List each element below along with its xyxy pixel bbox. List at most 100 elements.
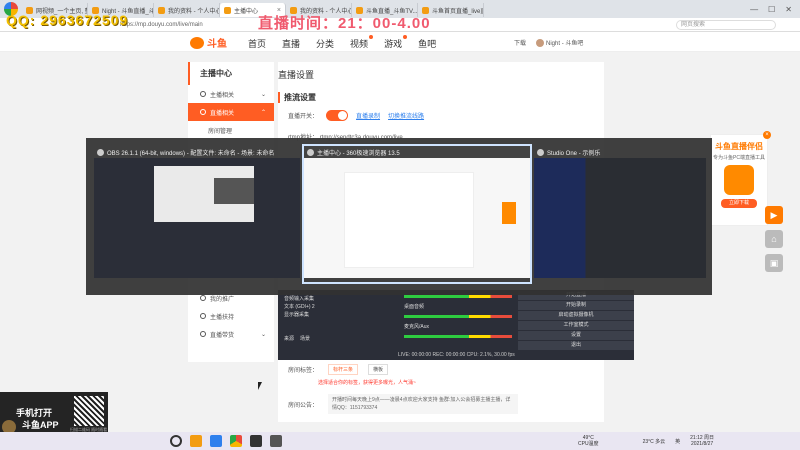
thumb-preview-inner bbox=[214, 178, 254, 204]
sidebar-item-live[interactable]: 直播相关 ⌃ bbox=[188, 103, 274, 121]
megaphone-icon bbox=[200, 295, 206, 301]
home-icon: ⌂ bbox=[771, 234, 777, 244]
page-title: 直播设置 bbox=[278, 70, 315, 80]
site-header: 斗鱼 首页 直播 分类 视频 游戏 鱼吧 下载 Night - 斗鱼吧 bbox=[0, 32, 800, 52]
close-icon[interactable]: × bbox=[763, 131, 771, 139]
store-icon[interactable] bbox=[210, 435, 222, 447]
fish-logo-icon bbox=[190, 36, 204, 49]
mobile-app-promo[interactable]: 手机打开 斗鱼APP 扫描二维码 随时随看 bbox=[0, 392, 108, 436]
switcher-window-studio[interactable]: Studio One - 示例乐 bbox=[534, 146, 706, 286]
tag-row: 房间标签： 标杆三条 横板 bbox=[288, 364, 604, 375]
studio-one-icon bbox=[537, 148, 544, 156]
streamer-helper-ad[interactable]: × 斗鱼直播伴侣 专为斗鱼PC端直播工具 立即下载 bbox=[710, 131, 771, 226]
switch-line-link[interactable]: 切换推流线路 bbox=[388, 111, 424, 120]
audio-meter bbox=[404, 335, 512, 338]
tag-label: 房间标签： bbox=[288, 368, 319, 374]
window-controls: — ☐ ✕ bbox=[750, 5, 800, 14]
sidebar-item-anchor[interactable]: 主播相关 ⌄ bbox=[188, 85, 274, 103]
switcher-window-browser[interactable]: 主播中心 - 360极速浏览器 13.5 bbox=[302, 144, 532, 284]
browser-tab[interactable]: 我的资料 - 个人中心 - 斗鱼× bbox=[154, 3, 220, 17]
helper-title: 斗鱼直播伴侣 bbox=[715, 142, 763, 151]
mixer-label: 桌面音频 bbox=[404, 304, 425, 310]
clock[interactable]: 21:12 周日 2021/8/27 bbox=[690, 435, 714, 447]
audio-meter bbox=[404, 295, 512, 298]
obs-tabs: 来源 场景 bbox=[278, 334, 398, 342]
home-side-button[interactable]: ⌂ bbox=[765, 230, 783, 248]
nav-game[interactable]: 游戏 bbox=[384, 35, 408, 50]
input-lang[interactable]: 英 bbox=[675, 438, 680, 445]
close-window-icon[interactable]: ✕ bbox=[785, 5, 792, 14]
nav-live[interactable]: 直播 bbox=[282, 37, 300, 50]
tag-tip: 选择适合你的标签，获得更多曝光，人气涌~ bbox=[318, 380, 416, 386]
task-switcher: OBS 26.1.1 (64-bit, windows) - 配置文件: 未命名… bbox=[86, 138, 712, 295]
virtual-cam-button[interactable]: 启动虚拟摄像机 bbox=[518, 311, 634, 320]
header-user-area: 下载 Night - 斗鱼吧 bbox=[514, 38, 583, 48]
nav-video[interactable]: 视频 bbox=[350, 35, 374, 50]
live-icon bbox=[200, 109, 206, 115]
obs-sources-list: 音频输入采集 文本 (GDI+) 2 显示器采集 来源 场景 bbox=[278, 290, 398, 360]
douyu-logo[interactable]: 斗鱼 bbox=[190, 35, 227, 50]
list-item[interactable]: 音频输入采集 bbox=[278, 294, 398, 302]
screen-icon: ▣ bbox=[769, 257, 779, 268]
support-icon bbox=[200, 313, 206, 319]
settings-button[interactable]: 设置 bbox=[518, 331, 634, 340]
cpu-temp[interactable]: 49°C CPU温度 bbox=[578, 435, 599, 447]
tag-chip-selected[interactable]: 标杆三条 bbox=[328, 364, 359, 375]
obs-window: 音频输入采集 文本 (GDI+) 2 显示器采集 来源 场景 桌面音频 麦克风/… bbox=[278, 290, 634, 360]
tab-sources[interactable]: 来源 bbox=[284, 335, 294, 342]
record-link[interactable]: 直播录制 bbox=[356, 111, 380, 120]
nav-category[interactable]: 分类 bbox=[316, 37, 334, 50]
system-tray: 49°C CPU温度 23°C 多云 英 21:12 周日 2021/8/27 bbox=[578, 435, 714, 447]
list-item[interactable]: 显示器采集 bbox=[278, 310, 398, 318]
start-search-icon[interactable] bbox=[170, 435, 182, 447]
notice-textarea[interactable]: 开播时间每天晚上9点——凌晨4点欢迎大家支持 鱼群:加入公会招募主播主播，详情Q… bbox=[328, 394, 519, 414]
qq-overlay-text: QQ: 2963672509 bbox=[6, 12, 129, 28]
sidebar-item-room-manage[interactable]: 房间管理 bbox=[188, 121, 274, 139]
tag-chip[interactable]: 横板 bbox=[368, 364, 389, 375]
play-icon: ▶ bbox=[770, 209, 778, 220]
chevron-down-icon: ⌄ bbox=[260, 331, 266, 338]
screen-side-button[interactable]: ▣ bbox=[765, 254, 783, 272]
start-record-button[interactable]: 开始录制 bbox=[518, 301, 634, 310]
helper-subtitle: 专为斗鱼PC端直播工具 bbox=[713, 155, 765, 161]
sidebar-item-support[interactable]: 主播扶持 bbox=[188, 307, 274, 325]
nav-home[interactable]: 首页 bbox=[248, 37, 266, 50]
list-item[interactable]: 文本 (GDI+) 2 bbox=[278, 302, 398, 310]
download-link[interactable]: 下载 bbox=[514, 38, 526, 47]
weather[interactable]: 23°C 多云 bbox=[643, 438, 666, 445]
toggle-label: 直播开关： bbox=[288, 114, 319, 120]
exit-button[interactable]: 退出 bbox=[518, 341, 634, 350]
taskbar: 49°C CPU温度 23°C 多云 英 21:12 周日 2021/8/27 bbox=[0, 432, 800, 450]
helper-app-icon bbox=[724, 165, 754, 195]
audio-meter bbox=[404, 315, 512, 318]
obs-mixer: 桌面音频 麦克风/Aux bbox=[398, 290, 518, 360]
chevron-up-icon: ⌃ bbox=[260, 109, 266, 116]
switcher-window-obs[interactable]: OBS 26.1.1 (64-bit, windows) - 配置文件: 未命名… bbox=[94, 146, 300, 286]
search-input[interactable]: 网页搜索 bbox=[676, 19, 776, 30]
maximize-icon[interactable]: ☐ bbox=[768, 5, 775, 14]
user-menu[interactable]: Night - 斗鱼吧 bbox=[536, 38, 583, 48]
sidebar-title: 主播中心 bbox=[188, 62, 274, 85]
minimize-icon[interactable]: — bbox=[750, 5, 758, 14]
mixer-label: 麦克风/Aux bbox=[404, 324, 430, 330]
play-side-button[interactable]: ▶ bbox=[765, 206, 783, 224]
promo-line-2: 斗鱼APP bbox=[22, 420, 59, 430]
obs-status-bar: LIVE: 00:00:00 REC: 00:00:00 CPU: 2.1%, … bbox=[398, 352, 515, 358]
browser-task-icon[interactable] bbox=[230, 435, 242, 447]
mouse-cursor-icon bbox=[258, 382, 262, 390]
nav-yuba[interactable]: 鱼吧 bbox=[418, 37, 436, 50]
room-form: 房间标签： 标杆三条 横板 选择适合你的标签，获得更多曝光，人气涌~ 房间公告：… bbox=[288, 364, 604, 424]
tab-scenes[interactable]: 场景 bbox=[300, 335, 310, 342]
live-toggle[interactable] bbox=[326, 110, 349, 121]
sidebar-item-commerce[interactable]: 直播带货 ⌄ bbox=[188, 325, 274, 343]
obs-icon bbox=[97, 148, 104, 156]
folder-icon[interactable] bbox=[190, 435, 202, 447]
live-time-overlay: 直播时间：21：00-4.00 bbox=[258, 15, 431, 32]
helper-download-button[interactable]: 立即下载 bbox=[721, 199, 757, 208]
obs-task-icon[interactable] bbox=[250, 435, 262, 447]
window-thumbnail bbox=[94, 158, 300, 278]
studio-mode-button[interactable]: 工作室模式 bbox=[518, 321, 634, 330]
studio-task-icon[interactable] bbox=[270, 435, 282, 447]
section-title: 推流设置 bbox=[278, 92, 316, 103]
main-nav: 首页 直播 分类 视频 游戏 鱼吧 bbox=[248, 35, 436, 50]
